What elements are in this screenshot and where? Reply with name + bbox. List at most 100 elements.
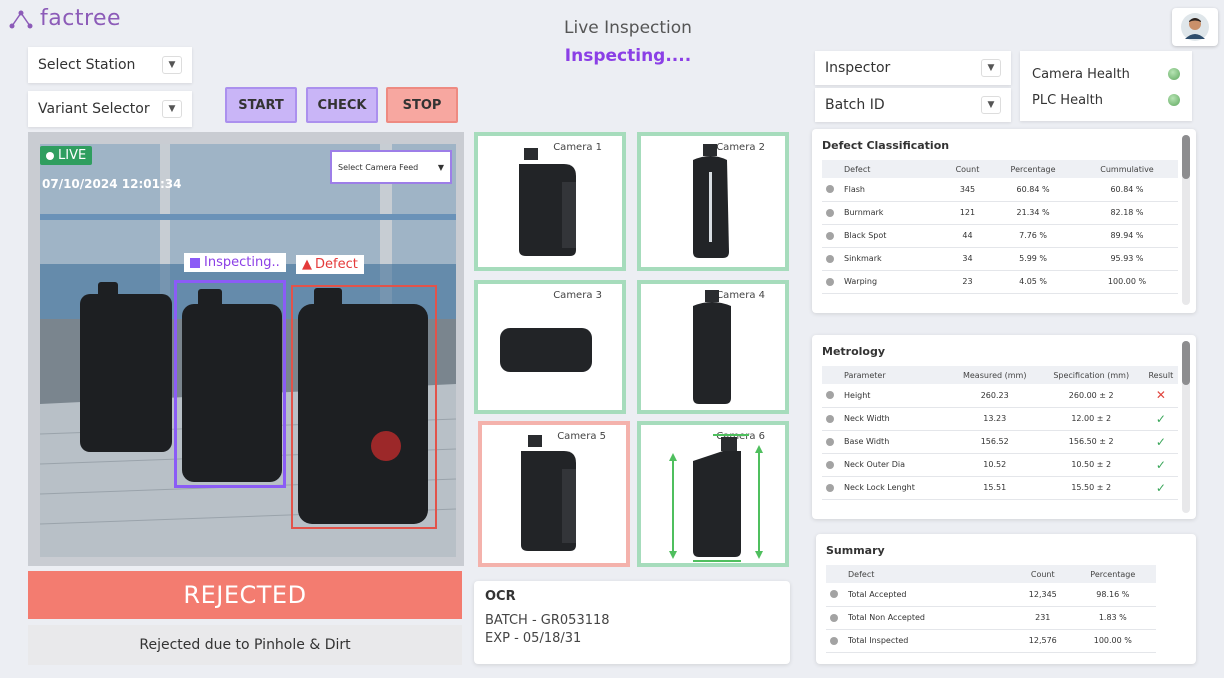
table-header: Defect Count Percentage xyxy=(826,565,1156,583)
row-name-cell: Base Width xyxy=(822,430,951,454)
row-name: Neck Width xyxy=(844,414,890,423)
row-name: Black Spot xyxy=(844,231,887,240)
row-name: Total Non Accepted xyxy=(848,613,925,622)
camera-feed-select-label: Select Camera Feed xyxy=(338,162,419,172)
table-row[interactable]: Burnmark 121 21.34 % 82.18 % xyxy=(822,201,1178,225)
table-cell: 82.18 % xyxy=(1076,201,1178,225)
page-title: Live Inspection xyxy=(564,18,692,38)
column-header: Count xyxy=(1015,565,1070,583)
bottle-image xyxy=(521,435,576,551)
camera-tile-6[interactable]: Camera 6 xyxy=(637,421,789,567)
scrollbar[interactable] xyxy=(1182,341,1190,513)
bottle-image xyxy=(693,290,731,404)
avatar[interactable] xyxy=(1172,8,1218,46)
table-header: Defect Count Percentage Cummulative xyxy=(822,160,1178,178)
inspector-select[interactable]: Inspector ▼ xyxy=(815,51,1011,85)
bottle-top-view-image xyxy=(500,328,592,372)
bullet-icon xyxy=(830,613,838,622)
column-header: Count xyxy=(944,160,991,178)
column-header: Defect xyxy=(822,160,945,178)
batch-select[interactable]: Batch ID ▼ xyxy=(815,88,1011,122)
table-cell: 345 xyxy=(944,178,991,202)
row-name-cell: Burnmark xyxy=(822,201,945,225)
panel-title: Summary xyxy=(826,544,885,557)
chevron-down-icon: ▼ xyxy=(162,100,182,118)
defect-tag: ▲ Defect xyxy=(296,255,364,274)
row-name: Base Width xyxy=(844,437,890,446)
stop-button[interactable]: STOP xyxy=(386,87,458,123)
row-name-cell: Black Spot xyxy=(822,224,945,248)
camera-tile-3[interactable]: Camera 3 xyxy=(474,280,626,414)
bullet-icon xyxy=(826,254,834,263)
table-cell: 60.84 % xyxy=(1076,178,1178,202)
table-row[interactable]: Neck Width 13.23 12.00 ± 2 ✓ xyxy=(822,407,1178,431)
table-row[interactable]: Total Non Accepted 231 1.83 % xyxy=(826,606,1156,630)
table-cell: 10.50 ± 2 xyxy=(1038,453,1144,477)
camera-tile-1[interactable]: Camera 1 xyxy=(474,132,626,271)
inspector-select-label: Inspector xyxy=(825,60,891,76)
chevron-down-icon: ▼ xyxy=(981,96,1001,114)
column-header: Measured (mm) xyxy=(950,366,1039,384)
column-header: Percentage xyxy=(990,160,1076,178)
status-led-icon xyxy=(1168,94,1180,106)
table-header: Parameter Measured (mm) Specification (m… xyxy=(822,366,1178,384)
table-cell: 23 xyxy=(944,270,991,294)
health-panel: Camera Health PLC Health xyxy=(1020,51,1192,121)
bottle-image xyxy=(519,148,576,256)
table-cell: 4.05 % xyxy=(990,270,1076,294)
row-name: Total Accepted xyxy=(848,589,907,599)
bullet-icon xyxy=(826,231,834,240)
ocr-expiry: EXP - 05/18/31 xyxy=(485,631,582,646)
row-name: Sinkmark xyxy=(844,254,882,263)
defect-tag-label: Defect xyxy=(315,257,358,272)
table-cell: 60.84 % xyxy=(990,178,1076,202)
pass-check-icon: ✓ xyxy=(1143,476,1178,500)
chevron-down-icon: ▼ xyxy=(981,59,1001,77)
table-cell: 156.50 ± 2 xyxy=(1038,430,1144,454)
table-row[interactable]: Black Spot 44 7.76 % 89.94 % xyxy=(822,224,1178,248)
start-button[interactable]: START xyxy=(225,87,297,123)
table-row[interactable]: Warping 23 4.05 % 100.00 % xyxy=(822,270,1178,294)
scrollbar-thumb[interactable] xyxy=(1182,135,1190,179)
row-name-cell: Height xyxy=(822,384,951,408)
camera-tile-5[interactable]: Camera 5 xyxy=(478,421,630,567)
defect-table: Defect Count Percentage Cummulative Flas… xyxy=(822,160,1178,294)
scrollbar[interactable] xyxy=(1182,135,1190,305)
camera-tile-2[interactable]: Camera 2 xyxy=(637,132,789,271)
table-row[interactable]: Base Width 156.52 156.50 ± 2 ✓ xyxy=(822,430,1178,454)
table-cell: 231 xyxy=(1015,606,1070,630)
bullet-icon xyxy=(826,208,834,217)
variant-select[interactable]: Variant Selector ▼ xyxy=(28,91,192,127)
camera-feed-select[interactable]: Select Camera Feed ▼ xyxy=(330,150,452,184)
table-cell: 44 xyxy=(944,224,991,248)
fail-cross-icon: ✕ xyxy=(1143,384,1178,408)
table-row[interactable]: Height 260.23 260.00 ± 2 ✕ xyxy=(822,384,1178,408)
table-row[interactable]: Neck Lock Lenght 15.51 15.50 ± 2 ✓ xyxy=(822,476,1178,500)
table-cell: 5.99 % xyxy=(990,247,1076,271)
row-name: Height xyxy=(844,390,871,400)
scrollbar-thumb[interactable] xyxy=(1182,341,1190,385)
table-row[interactable]: Sinkmark 34 5.99 % 95.93 % xyxy=(822,247,1178,271)
row-name-cell: Neck Outer Dia xyxy=(822,453,951,477)
defect-classification-panel: Defect Classification Defect Count Perce… xyxy=(812,129,1196,313)
station-select[interactable]: Select Station ▼ xyxy=(28,47,192,83)
table-row[interactable]: Total Inspected 12,576 100.00 % xyxy=(826,629,1156,653)
check-button[interactable]: CHECK xyxy=(306,87,378,123)
table-row[interactable]: Flash 345 60.84 % 60.84 % xyxy=(822,178,1178,202)
status-led-icon xyxy=(1168,68,1180,80)
column-header: Percentage xyxy=(1069,565,1156,583)
bullet-icon xyxy=(826,460,834,469)
table-row[interactable]: Total Accepted 12,345 98.16 % xyxy=(826,583,1156,607)
metrology-panel: Metrology Parameter Measured (mm) Specif… xyxy=(812,335,1196,519)
camera-tile-4[interactable]: Camera 4 xyxy=(637,280,789,414)
table-cell: 21.34 % xyxy=(990,201,1076,225)
row-name: Warping xyxy=(844,277,878,286)
column-header: Specification (mm) xyxy=(1038,366,1144,384)
table-cell: 121 xyxy=(944,201,991,225)
bullet-icon xyxy=(830,590,838,599)
square-icon xyxy=(190,257,200,268)
result-banner: REJECTED xyxy=(28,571,462,619)
ocr-batch: BATCH - GR053118 xyxy=(485,613,610,628)
table-cell: 12,345 xyxy=(1015,583,1070,607)
table-row[interactable]: Neck Outer Dia 10.52 10.50 ± 2 ✓ xyxy=(822,453,1178,477)
